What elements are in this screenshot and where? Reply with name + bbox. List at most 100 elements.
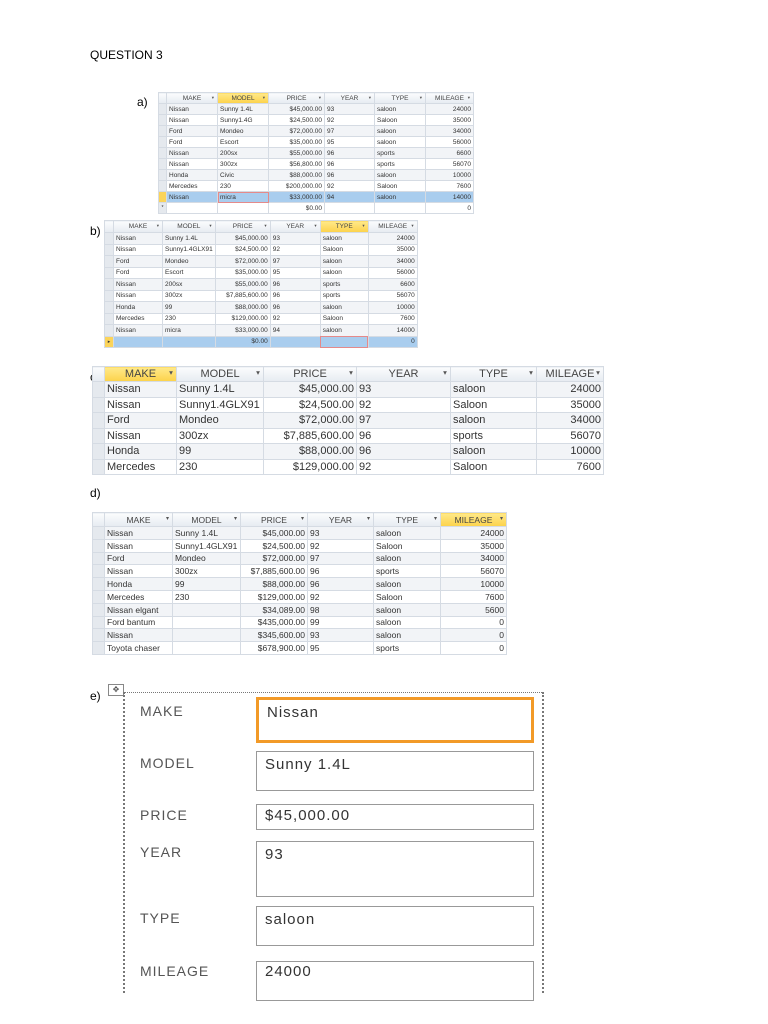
table-row[interactable]: Nissan Sunny 1.4L $45,000.00 93 saloon 24000 [158,103,474,115]
cell-make[interactable]: Honda [166,169,218,181]
table-row[interactable]: Nissan 300zx $7,885,600.00 96 sports 56070 [92,427,604,444]
cell-model[interactable] [172,615,241,630]
cell-model[interactable]: Sunny 1.4L [172,526,241,540]
cell-price[interactable]: $24,500.00 [214,243,271,256]
cell-mileage[interactable]: 24000 [440,526,507,540]
cell-type[interactable]: sports [373,564,441,579]
cell-mileage[interactable]: 34000 [536,412,604,429]
year-field[interactable]: 93 [256,841,534,897]
cell-model[interactable]: 200sx [162,278,216,291]
cell-price[interactable]: $24,500.00 [268,114,325,126]
row-selector[interactable] [158,180,167,192]
cell-make[interactable]: Nissan [166,114,218,126]
dropdown-arrow-icon[interactable]: ▾ [596,368,600,377]
cell-price[interactable]: $88,000.00 [268,169,325,181]
cell-make[interactable]: Mercedes [104,458,177,475]
row-selector[interactable] [92,628,105,643]
cell-price[interactable]: $35,000.00 [268,136,325,148]
table-row[interactable]: Nissan Sunny 1.4L $45,000.00 93 saloon 24000 [104,232,418,245]
cell-make[interactable]: Nissan [104,381,177,398]
column-header-price[interactable]: PRICE ▾ [240,512,308,527]
cell-year[interactable]: 92 [269,312,321,325]
row-selector[interactable] [92,427,105,444]
cell-mileage[interactable]: 24000 [425,103,474,115]
dropdown-arrow-icon[interactable]: ▾ [420,95,422,101]
cell-make[interactable]: Ford [113,255,163,268]
cell-model[interactable]: 230 [217,180,269,192]
cell-mileage[interactable]: 56070 [440,564,507,579]
cell-year[interactable]: 92 [356,458,451,475]
cell-make[interactable]: Ford [113,266,163,279]
dropdown-arrow-icon[interactable]: ▾ [166,515,169,522]
table-row[interactable]: Nissan 200sx $55,000.00 96 sports 6600 [158,147,474,159]
cell-model[interactable]: Civic [217,169,269,181]
cell-type[interactable]: saloon [450,412,537,429]
table-row[interactable]: Toyota chaser $678,900.00 95 sports 0 [92,641,507,655]
dropdown-arrow-icon[interactable]: ▾ [209,223,211,229]
select-all-corner[interactable] [158,92,167,104]
cell-price[interactable]: $72,000.00 [263,412,357,429]
cell-type[interactable]: Saloon [450,396,537,413]
column-header-price[interactable]: PRICE ▾ [214,220,271,233]
cell-price[interactable]: $72,000.00 [268,125,325,137]
row-selector[interactable] [104,312,114,325]
dropdown-arrow-icon[interactable]: ▾ [468,95,470,101]
row-selector[interactable] [158,136,167,148]
cell-year[interactable]: 94 [269,324,321,337]
cell-mileage[interactable]: 24000 [367,232,418,245]
cell-price[interactable]: $7,885,600.00 [214,289,271,302]
type-field[interactable]: saloon [256,906,534,946]
cell-price[interactable]: $129,000.00 [214,312,271,325]
cell-type[interactable]: sports [450,427,537,444]
cell-price[interactable]: $200,000.00 [268,180,325,192]
column-header-type[interactable]: TYPE ▾ [319,220,369,233]
cell-mileage[interactable]: 10000 [425,169,474,181]
column-header-year[interactable]: YEAR ▾ [307,512,374,527]
cell-type[interactable]: Saloon [450,458,537,475]
cell-mileage[interactable]: 34000 [367,255,418,268]
cell-mileage[interactable]: 14000 [367,324,418,337]
cell-type[interactable] [374,202,426,214]
cell-type[interactable]: Saloon [373,538,441,553]
cell-model[interactable]: Sunny 1.4L [162,232,216,245]
cell-type[interactable]: saloon [319,266,369,279]
cell-type[interactable]: saloon [373,577,441,591]
dropdown-arrow-icon[interactable]: ▾ [157,223,159,229]
dropdown-arrow-icon[interactable]: ▾ [500,515,503,522]
cell-price[interactable]: $55,000.00 [214,278,271,291]
cell-type[interactable]: saloon [319,324,369,337]
cell-make[interactable]: Nissan [104,396,177,413]
cell-price[interactable]: $0.00 [214,335,271,348]
row-selector[interactable] [158,125,167,137]
dropdown-arrow-icon[interactable]: ▾ [169,368,173,377]
cell-price[interactable]: $45,000.00 [268,103,325,115]
table-row[interactable]: Nissan micra $33,000.00 94 saloon 14000 [158,191,474,203]
cell-make[interactable]: Nissan elgant [104,602,173,617]
row-selector[interactable] [104,266,114,279]
cell-mileage[interactable]: 7600 [367,312,418,325]
row-selector[interactable] [104,232,114,245]
cell-type[interactable]: saloon [319,232,369,245]
cell-make[interactable]: Ford bantum [104,615,173,630]
cell-price[interactable]: $72,000.00 [214,255,271,268]
cell-year[interactable]: 96 [269,289,321,302]
cell-type[interactable]: sports [374,158,426,170]
table-row[interactable]: Ford Mondeo $72,000.00 97 saloon 34000 [158,125,474,137]
cell-make[interactable]: Nissan [166,103,218,115]
cell-model[interactable]: Escort [217,136,269,148]
table-row[interactable]: Mercedes 230 $129,000.00 92 Saloon 7600 [92,458,604,475]
dropdown-arrow-icon[interactable]: ▾ [529,368,533,377]
cell-price[interactable]: $7,885,600.00 [240,564,308,579]
table-row[interactable]: Ford Escort $35,000.00 95 saloon 56000 [104,266,418,279]
row-selector[interactable]: * [158,202,167,214]
select-all-corner[interactable] [92,512,105,527]
cell-price[interactable]: $678,900.00 [240,641,308,655]
cell-model[interactable]: Sunny1.4GLX91 [176,396,264,413]
cell-year[interactable]: 96 [324,169,375,181]
column-header-mileage[interactable]: MILEAGE ▾ [367,220,418,233]
model-field[interactable]: Sunny 1.4L [256,751,534,791]
row-selector[interactable] [92,564,105,579]
cell-mileage[interactable]: 7600 [425,180,474,192]
column-header-year[interactable]: YEAR ▾ [356,366,451,382]
table-row[interactable]: Ford Escort $35,000.00 95 saloon 56000 [158,136,474,148]
